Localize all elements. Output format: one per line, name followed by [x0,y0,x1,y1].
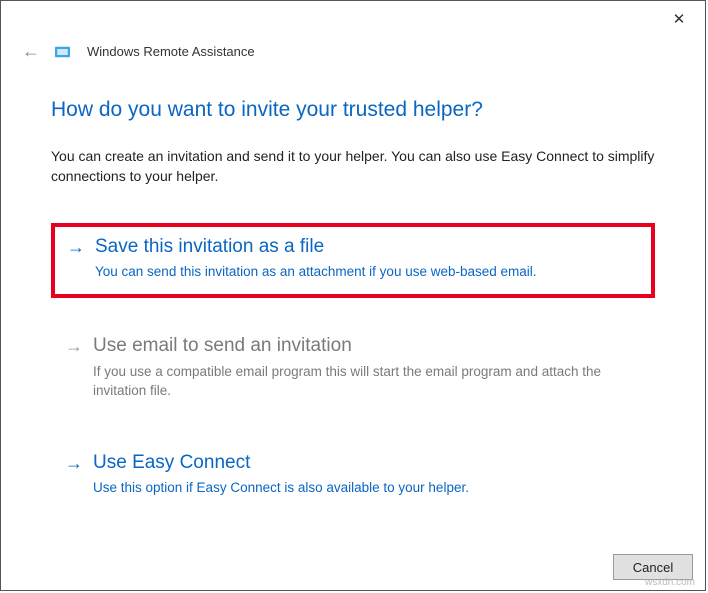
arrow-right-icon: → [65,334,83,359]
app-icon [55,45,73,59]
option-desc: You can send this invitation as an attac… [95,263,639,282]
watermark: wsxdn.com [645,577,695,588]
close-button[interactable]: ✕ [663,7,695,31]
arrow-right-icon: → [67,235,85,260]
app-title: Windows Remote Assistance [87,44,255,59]
arrow-right-icon: → [65,451,83,476]
wizard-window: ✕ ← Windows Remote Assistance How do you… [0,0,706,591]
option-desc: If you use a compatible email program th… [93,363,641,401]
option-desc: Use this option if Easy Connect is also … [93,479,641,498]
option-title: Use email to send an invitation [93,334,641,359]
back-arrow-icon: ← [22,41,40,61]
option-title: Save this invitation as a file [95,235,639,260]
option-save-file[interactable]: → Save this invitation as a file You can… [51,223,655,299]
page-heading: How do you want to invite your trusted h… [51,98,655,122]
option-title: Use Easy Connect [93,451,641,476]
titlebar: ✕ [1,1,705,37]
footer: Cancel [1,544,705,590]
content-area: How do you want to invite your trusted h… [1,62,705,544]
page-intro: You can create an invitation and send it… [51,146,655,187]
back-button[interactable]: ← [21,41,41,62]
close-icon: ✕ [673,10,686,28]
header: ← Windows Remote Assistance [1,37,705,62]
option-easy-connect[interactable]: → Use Easy Connect Use this option if Ea… [51,441,655,513]
option-use-email: → Use email to send an invitation If you… [51,324,655,414]
